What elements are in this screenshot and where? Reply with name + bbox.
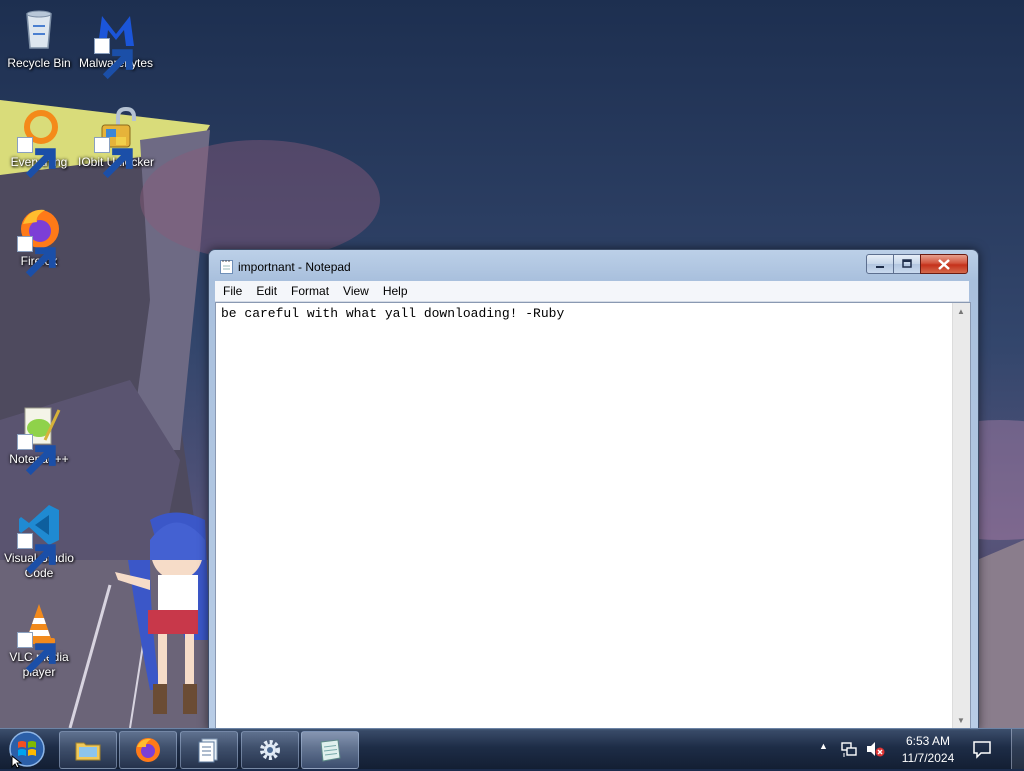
- clock-time[interactable]: 6:53 AM: [900, 734, 956, 748]
- folder-icon: [75, 742, 101, 761]
- shortcut-arrow-icon: [94, 38, 133, 80]
- desktop-icon-everything[interactable]: Everything: [0, 105, 78, 179]
- taskbar-notepad[interactable]: [301, 731, 359, 769]
- taskbar-firefox[interactable]: [119, 731, 177, 769]
- taskbar-document-viewer[interactable]: [180, 731, 238, 769]
- maximize-icon: [902, 259, 912, 268]
- network-icon[interactable]: [840, 740, 858, 758]
- shortcut-arrow-icon: [17, 434, 56, 476]
- shortcut-arrow-icon: [17, 533, 56, 575]
- shortcut-arrow-icon: [17, 137, 56, 179]
- desktop-icon-recycle-bin[interactable]: Recycle Bin: [0, 6, 78, 71]
- desktop-icon-malwarebytes[interactable]: Malwarebytes: [77, 6, 155, 80]
- menu-view[interactable]: View: [335, 281, 375, 298]
- document-icon: [198, 738, 218, 763]
- desktop-icon-vscode[interactable]: Visual Studio Code: [0, 501, 78, 581]
- desktop-icon-firefox[interactable]: Firefox: [0, 204, 78, 278]
- taskbar-file-explorer[interactable]: [59, 731, 117, 769]
- shortcut-arrow-icon: [17, 632, 56, 674]
- desktop-icon-label: Recycle Bin: [7, 56, 71, 70]
- menu-format[interactable]: Format: [283, 281, 335, 298]
- recycle-bin-icon: [15, 6, 63, 54]
- menu-help[interactable]: Help: [375, 281, 414, 298]
- vertical-scrollbar[interactable]: ▲ ▼: [952, 303, 970, 729]
- unlocker-padlock-icon: [92, 105, 140, 179]
- desktop-icon-iobit-unlocker[interactable]: IObit Unlocker: [77, 105, 155, 179]
- start-button[interactable]: [2, 730, 52, 768]
- desktop-icon-vlc[interactable]: VLC media player: [0, 600, 78, 680]
- system-tray: ▲ 6:53 AM 11/7/2024: [816, 729, 1024, 769]
- menu-file[interactable]: File: [215, 281, 248, 298]
- show-hidden-icons-icon[interactable]: ▲: [819, 741, 828, 751]
- notepad-app-icon: [220, 260, 233, 274]
- windows-orb-icon: [9, 731, 45, 767]
- taskbar-settings[interactable]: [241, 731, 299, 769]
- menu-edit[interactable]: Edit: [248, 281, 283, 298]
- everything-search-icon: [15, 105, 63, 179]
- document-text[interactable]: be careful with what yall downloading! -…: [221, 306, 564, 321]
- minimize-button[interactable]: [866, 254, 894, 274]
- vscode-icon: [15, 501, 63, 575]
- close-icon: [938, 258, 950, 270]
- shortcut-arrow-icon: [94, 137, 133, 179]
- mouse-cursor-icon: [11, 755, 23, 769]
- text-editor-area[interactable]: be careful with what yall downloading! -…: [215, 302, 971, 730]
- scroll-up-icon[interactable]: ▲: [957, 307, 965, 316]
- shortcut-arrow-icon: [17, 236, 56, 278]
- firefox-icon: [15, 204, 63, 278]
- malwarebytes-icon: [92, 6, 140, 80]
- notepad-plus-plus-icon: [15, 402, 63, 476]
- show-desktop-button[interactable]: [1011, 729, 1024, 769]
- scroll-down-icon[interactable]: ▼: [957, 716, 965, 725]
- vlc-cone-icon: [15, 600, 63, 674]
- close-button[interactable]: [920, 254, 968, 274]
- window-title: importnant - Notepad: [238, 260, 351, 274]
- notepad-icon: [320, 739, 341, 762]
- taskbar: ▲ 6:53 AM 11/7/2024: [0, 728, 1024, 769]
- menu-bar: File Edit Format View Help: [215, 281, 969, 302]
- clock-date[interactable]: 11/7/2024: [896, 751, 960, 765]
- volume-muted-icon[interactable]: [865, 740, 885, 758]
- firefox-icon: [136, 738, 160, 762]
- desktop-icon-notepad-plus-plus[interactable]: Notepad++: [0, 402, 78, 476]
- notepad-window[interactable]: importnant - Notepad File Edit Format View H…: [208, 249, 979, 731]
- minimize-icon: [876, 266, 884, 268]
- gear-icon: [260, 740, 280, 760]
- maximize-button[interactable]: [893, 254, 921, 274]
- notepad-title-bar[interactable]: importnant - Notepad: [209, 250, 978, 280]
- action-center-icon[interactable]: [972, 739, 992, 759]
